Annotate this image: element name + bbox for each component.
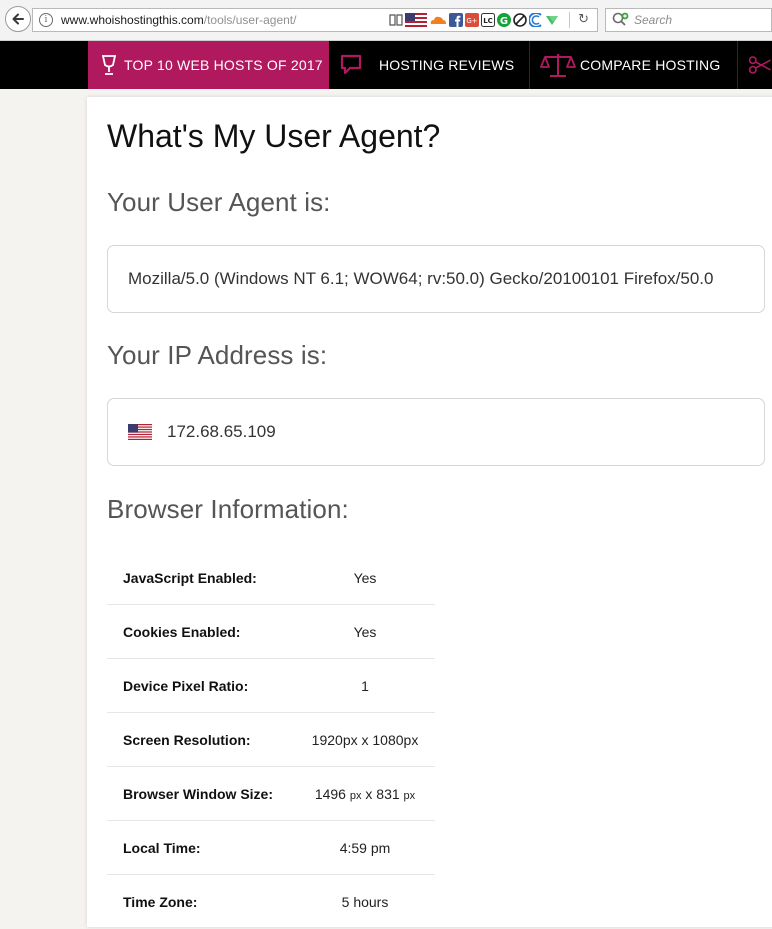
row-value: 5 hours	[341, 894, 389, 910]
window-height-value: 831	[376, 786, 400, 802]
ip-address-value[interactable]: 172.68.65.109	[167, 422, 276, 442]
scales-icon	[540, 54, 576, 77]
back-arrow-icon	[12, 13, 24, 25]
user-agent-box[interactable]: Mozilla/5.0 (Windows NT 6.1; WOW64; rv:5…	[107, 245, 765, 313]
grammarly-icon[interactable]: G	[497, 13, 511, 27]
nav-item-hosting-reviews[interactable]: HOSTING REVIEWS	[329, 41, 530, 89]
facebook-icon[interactable]	[449, 13, 463, 27]
speech-bubble-icon	[340, 54, 362, 75]
browser-info-table: JavaScript Enabled: Yes Cookies Enabled:…	[107, 551, 435, 929]
us-flag-extension-icon[interactable]	[405, 13, 427, 27]
url-text[interactable]: www.whoishostingthis.com/tools/user-agen…	[61, 13, 296, 27]
table-row: JavaScript Enabled: Yes	[107, 551, 435, 605]
table-row: Local Time: 4:59 pm	[107, 821, 435, 875]
lc-extension-icon[interactable]: LC	[481, 13, 495, 27]
feedly-icon[interactable]	[545, 13, 559, 27]
search-placeholder: Search	[634, 13, 673, 27]
table-row: Device Pixel Ratio: 1	[107, 659, 435, 713]
site-info-icon[interactable]: i	[39, 13, 53, 27]
svg-text:G+: G+	[466, 17, 477, 25]
scissors-icon	[748, 56, 771, 74]
reload-icon[interactable]: ↻	[578, 12, 589, 27]
page-title: What's My User Agent?	[107, 118, 441, 154]
ip-address-heading: Your IP Address is:	[107, 340, 328, 370]
table-row: Browser Window Size: 1496 px x 831 px	[107, 767, 435, 821]
nav-item-top-10-hosts[interactable]: TOP 10 WEB HOSTS OF 2017	[88, 41, 329, 89]
trophy-icon	[101, 55, 117, 75]
reader-view-icon[interactable]	[389, 13, 403, 27]
back-button[interactable]	[5, 6, 31, 32]
user-agent-value[interactable]: Mozilla/5.0 (Windows NT 6.1; WOW64; rv:5…	[128, 269, 714, 289]
cloudflare-icon[interactable]	[429, 13, 447, 27]
row-label: Browser Window Size:	[123, 786, 274, 802]
search-icon	[612, 12, 629, 26]
nav-item-compare-hosting[interactable]: COMPARE HOSTING	[530, 41, 738, 89]
table-row: Screen Resolution: 1920px x 1080px	[107, 713, 435, 767]
row-value: Yes	[353, 570, 377, 586]
unit-label: px	[403, 790, 416, 802]
user-agent-heading: Your User Agent is:	[107, 187, 331, 217]
nav-item-coupons[interactable]	[738, 41, 772, 89]
row-value: 1	[361, 678, 369, 694]
google-plus-icon[interactable]: G+	[465, 13, 479, 27]
browser-toolbar: i www.whoishostingthis.com/tools/user-ag…	[0, 0, 772, 41]
row-label: Device Pixel Ratio:	[123, 678, 249, 694]
svg-text:LC: LC	[483, 17, 493, 25]
row-label: Time Zone:	[123, 894, 198, 910]
us-flag-icon	[128, 424, 152, 440]
browser-info-heading: Browser Information:	[107, 494, 349, 524]
site-navigation: TOP 10 WEB HOSTS OF 2017 HOSTING REVIEWS…	[0, 41, 772, 89]
row-value: 1920px x 1080px	[311, 732, 419, 748]
table-row: Time Zone: 5 hours	[107, 875, 435, 929]
row-label: Cookies Enabled:	[123, 624, 241, 640]
row-label: Screen Resolution:	[123, 732, 251, 748]
nav-label: TOP 10 WEB HOSTS OF 2017	[124, 57, 323, 73]
search-input[interactable]: Search	[605, 8, 772, 32]
address-bar[interactable]: i www.whoishostingthis.com/tools/user-ag…	[32, 8, 598, 32]
nav-label: COMPARE HOSTING	[580, 57, 721, 73]
row-label: JavaScript Enabled:	[123, 570, 257, 586]
main-content-card: What's My User Agent? Your User Agent is…	[87, 97, 772, 927]
table-row: Cookies Enabled: Yes	[107, 605, 435, 659]
row-value: Yes	[353, 624, 377, 640]
row-value: 1496 px x 831 px	[273, 767, 457, 821]
url-bar-divider	[569, 12, 570, 28]
window-width-value: 1496	[314, 786, 346, 802]
nav-label: HOSTING REVIEWS	[379, 57, 515, 73]
ip-address-box[interactable]: 172.68.65.109	[107, 398, 765, 466]
times-sign: x	[365, 786, 373, 802]
noscript-icon[interactable]	[513, 13, 527, 27]
wave-extension-icon[interactable]	[529, 13, 543, 27]
row-label: Local Time:	[123, 840, 201, 856]
unit-label: px	[349, 790, 362, 802]
row-value: 4:59 pm	[339, 840, 391, 856]
svg-text:G: G	[500, 16, 508, 27]
extension-icons: G+ LC G	[389, 12, 559, 28]
